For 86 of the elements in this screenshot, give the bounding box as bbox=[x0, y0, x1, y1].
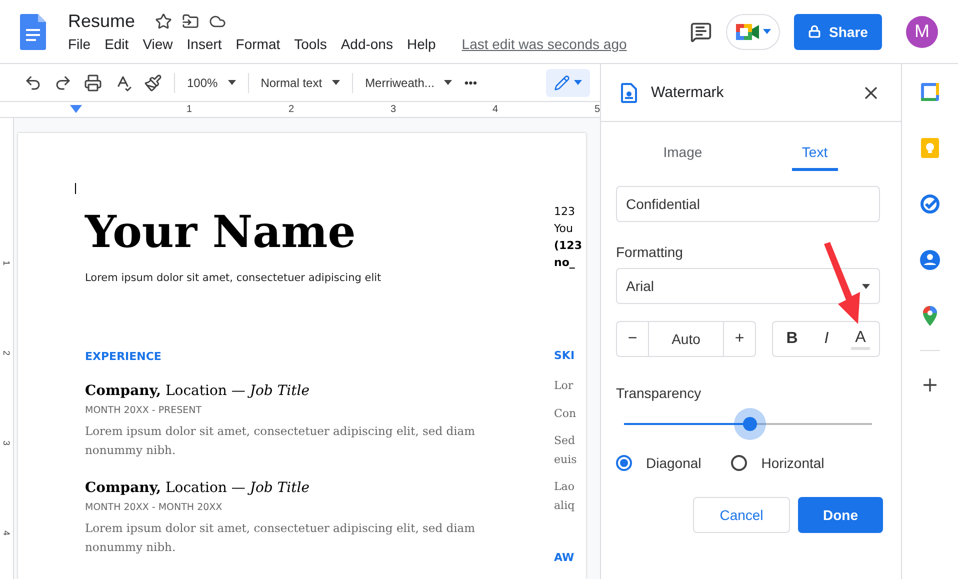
lock-icon bbox=[808, 25, 822, 38]
docs-logo-icon[interactable] bbox=[20, 14, 46, 50]
map-pin-icon[interactable] bbox=[923, 306, 937, 326]
star-icon[interactable] bbox=[155, 13, 172, 30]
job-dates: MONTH 20XX - MONTH 20XX bbox=[85, 502, 224, 513]
tasks-icon[interactable] bbox=[920, 194, 940, 214]
job-description: Lorem ipsum dolor sit amet, consectetuer adipiscing elit, sed diam nonummy nibh. bbox=[85, 520, 476, 556]
menu-item[interactable]: Edit bbox=[104, 36, 136, 52]
menu-item[interactable]: Help bbox=[406, 36, 443, 52]
section-label: Formatting bbox=[616, 244, 684, 260]
ruler-number: 1 bbox=[185, 104, 192, 115]
menu-item[interactable]: Format bbox=[236, 36, 288, 52]
tab[interactable]: Image bbox=[659, 134, 706, 171]
indent-marker-icon[interactable] bbox=[70, 105, 82, 113]
print-icon[interactable] bbox=[84, 74, 102, 92]
skills-text: aliq bbox=[554, 498, 576, 514]
contact-line: (123 bbox=[554, 238, 583, 254]
bold-button[interactable]: B bbox=[782, 330, 802, 348]
skills-text: Con bbox=[554, 406, 578, 422]
menu-item[interactable]: Add-ons bbox=[340, 36, 400, 52]
contact-line: 123 bbox=[554, 204, 576, 220]
tagline: Lorem ipsum dolor sit amet, consectetuer adipiscing elit bbox=[85, 272, 382, 284]
tab[interactable]: Text bbox=[792, 134, 838, 171]
done-button[interactable]: Done bbox=[798, 497, 883, 533]
section-label: Transparency bbox=[616, 385, 702, 401]
menu-item[interactable]: Insert bbox=[186, 36, 229, 52]
ruler-number: 3 bbox=[2, 440, 12, 446]
video-camera-icon bbox=[736, 24, 760, 40]
last-edit-link[interactable]: Last edit was seconds ago bbox=[462, 36, 627, 52]
slider-thumb[interactable] bbox=[734, 408, 766, 440]
ruler-number: 2 bbox=[2, 350, 12, 356]
watermark-text-field[interactable]: Confidential bbox=[616, 186, 880, 222]
section-heading: AW bbox=[554, 551, 576, 564]
job-description: Lorem ipsum dolor sit amet, consectetuer adipiscing elit, sed diam nonummy nibh. bbox=[85, 423, 476, 459]
comment-icon[interactable] bbox=[690, 20, 712, 42]
contacts-icon[interactable] bbox=[920, 250, 940, 270]
text-cursor bbox=[75, 183, 76, 194]
job-heading: Company, Location — Job Title bbox=[85, 480, 311, 496]
menu-item[interactable]: Tools bbox=[294, 36, 334, 52]
cancel-button[interactable]: Cancel bbox=[693, 497, 790, 533]
watermark-icon bbox=[621, 82, 637, 102]
zoom-dropdown[interactable]: 100% bbox=[187, 76, 236, 90]
editing-mode-button[interactable] bbox=[546, 68, 590, 96]
menu-item[interactable]: File bbox=[68, 36, 98, 52]
skills-text: Sed bbox=[554, 433, 576, 449]
undo-icon[interactable] bbox=[24, 74, 42, 92]
document-title[interactable]: Resume bbox=[68, 11, 136, 32]
cloud-icon bbox=[209, 13, 226, 30]
ruler-number: 1 bbox=[2, 260, 12, 266]
ruler-number: 2 bbox=[287, 104, 294, 115]
ruler-number: 3 bbox=[389, 104, 396, 115]
radio-icon[interactable] bbox=[616, 455, 632, 471]
increase-button[interactable]: + bbox=[724, 322, 755, 356]
section-heading: SKI bbox=[554, 349, 576, 362]
ruler-number: 5 bbox=[593, 104, 600, 115]
font-dropdown[interactable]: Merriweath... bbox=[365, 76, 452, 90]
ruler-number: 4 bbox=[2, 530, 12, 536]
orientation-radio[interactable]: Horizontal bbox=[731, 455, 824, 471]
meet-button[interactable] bbox=[726, 14, 780, 50]
section-heading: EXPERIENCE bbox=[85, 350, 162, 363]
italic-button[interactable]: I bbox=[820, 330, 833, 348]
text-color-button[interactable]: A bbox=[851, 328, 870, 350]
decrease-button[interactable]: − bbox=[617, 322, 648, 356]
skills-text: Lao bbox=[554, 479, 576, 495]
redo-icon[interactable] bbox=[54, 74, 72, 92]
skills-text: euis bbox=[554, 452, 578, 468]
more-button[interactable]: ••• bbox=[464, 76, 478, 90]
ruler-number: 4 bbox=[491, 104, 498, 115]
style-dropdown[interactable]: Normal text bbox=[260, 76, 340, 90]
contact-line: You bbox=[554, 221, 574, 237]
contact-line: no_ bbox=[554, 255, 576, 271]
share-button[interactable]: Share bbox=[794, 14, 882, 50]
resume-name: Your Name bbox=[85, 208, 357, 258]
menu-item[interactable]: View bbox=[142, 36, 180, 52]
radio-icon[interactable] bbox=[731, 455, 748, 471]
size-value: Auto bbox=[648, 322, 724, 356]
job-heading: Company, Location — Job Title bbox=[85, 383, 311, 399]
move-folder-icon[interactable] bbox=[182, 13, 200, 30]
panel-title: Watermark bbox=[651, 84, 724, 101]
orientation-radio[interactable]: Diagonal bbox=[616, 455, 702, 471]
skills-text: Lor bbox=[554, 378, 574, 394]
account-avatar[interactable]: M bbox=[906, 16, 938, 48]
job-dates: MONTH 20XX - PRESENT bbox=[85, 405, 203, 416]
paint-format-icon[interactable] bbox=[144, 74, 162, 92]
calendar-icon[interactable] bbox=[920, 82, 940, 102]
pencil-icon bbox=[554, 74, 570, 90]
